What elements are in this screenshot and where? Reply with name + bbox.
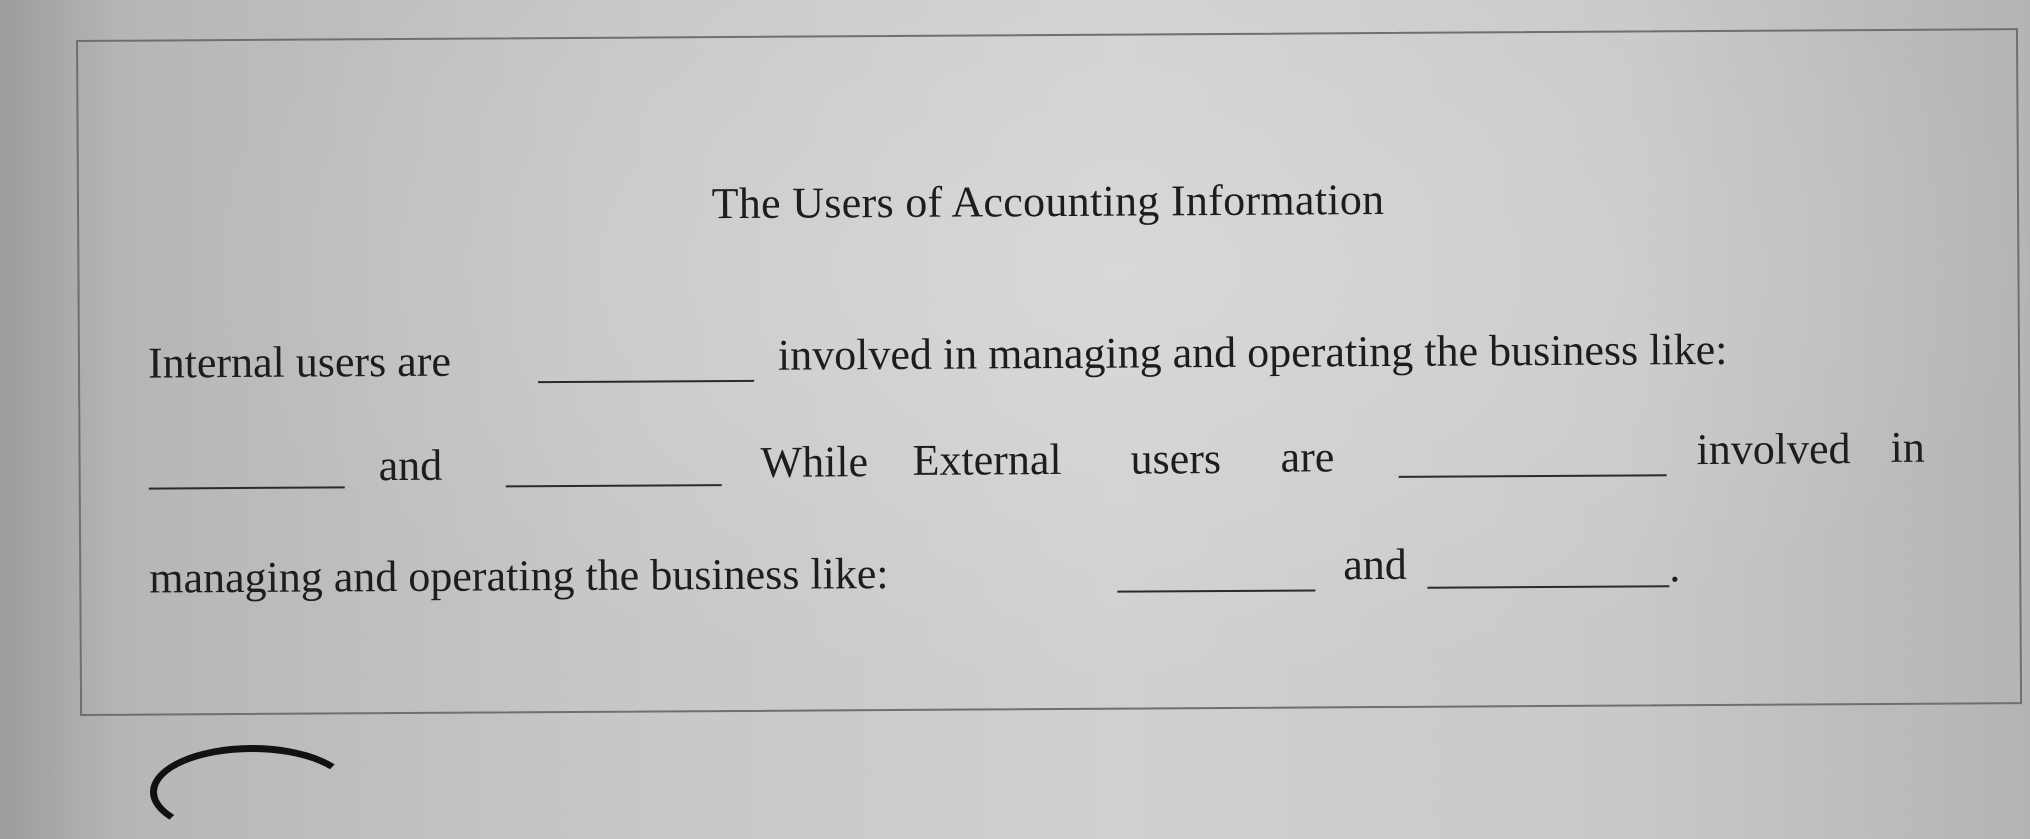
external-example-1-blank[interactable]: [1117, 589, 1316, 593]
internal-involved-text: involved in managing and operating the b…: [777, 324, 1728, 380]
involved-word: involved: [1696, 424, 1851, 475]
are-word: are: [1280, 432, 1335, 482]
pen-scribble: [150, 745, 354, 839]
period: .: [1669, 542, 1681, 592]
and-word: and: [378, 440, 443, 491]
worksheet-title: The Users of Accounting Information: [711, 175, 1385, 229]
internal-example-1-blank[interactable]: [148, 486, 345, 490]
users-word: users: [1130, 434, 1222, 484]
external-word: External: [912, 434, 1062, 485]
worksheet-box: The Users of Accounting Information Inte…: [76, 28, 2023, 716]
internal-users-label: Internal users are: [147, 336, 452, 388]
and-word-2: and: [1343, 539, 1407, 590]
external-example-2-blank[interactable]: [1427, 585, 1670, 589]
while-word: While: [760, 437, 869, 487]
external-managing-text: managing and operating the business like…: [149, 549, 889, 603]
internal-users-blank[interactable]: [538, 379, 755, 384]
internal-example-2-blank[interactable]: [505, 484, 722, 488]
in-word: in: [1890, 422, 1925, 472]
external-users-blank[interactable]: [1398, 474, 1667, 478]
